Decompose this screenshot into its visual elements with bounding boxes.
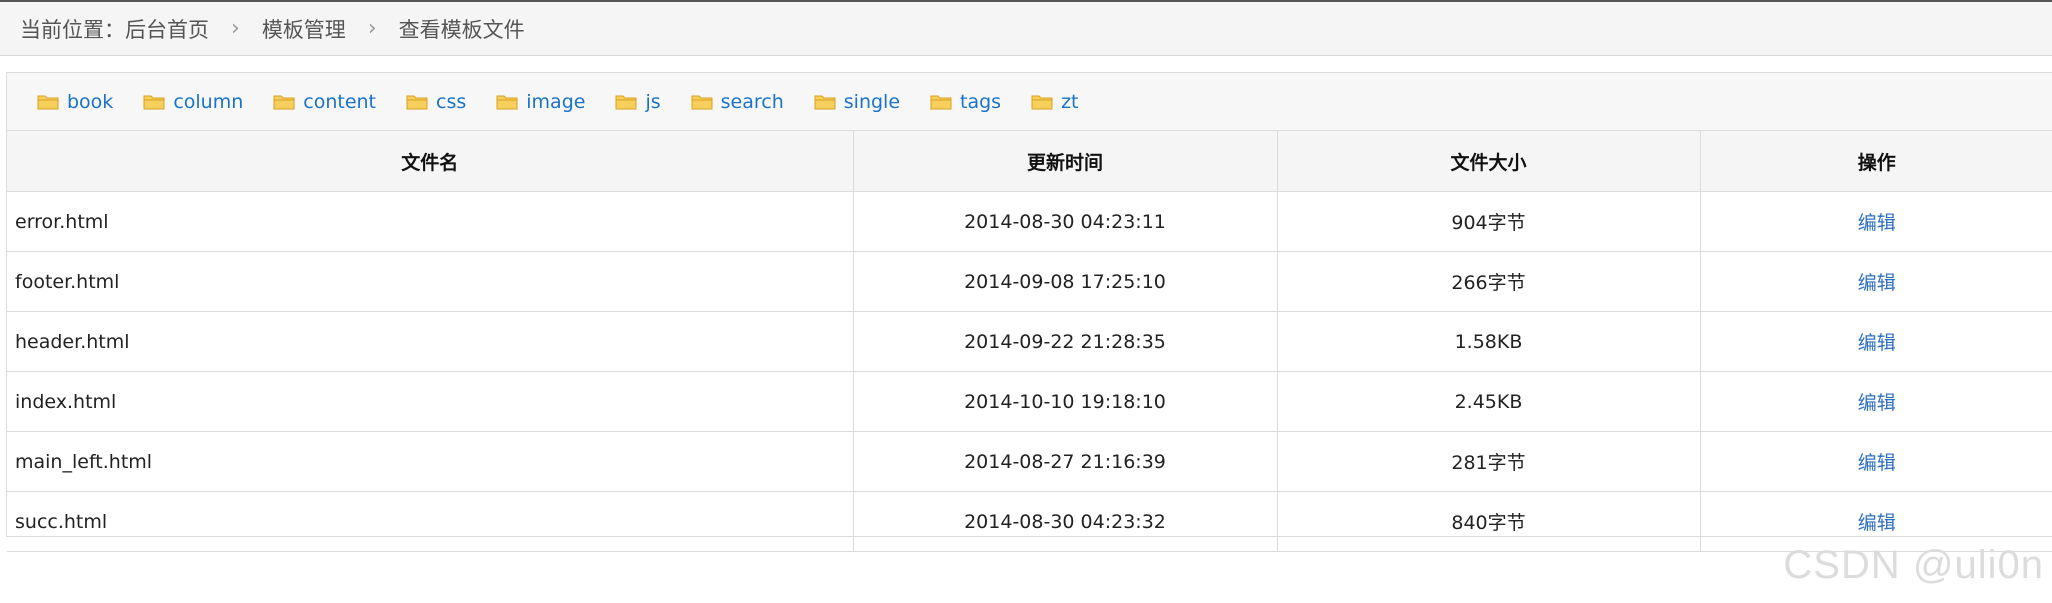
cell-actions: 编辑 — [1700, 251, 2052, 312]
folder-link-book[interactable]: book — [37, 91, 113, 113]
folder-icon — [37, 93, 59, 111]
edit-link[interactable]: 编辑 — [1858, 212, 1896, 234]
header-actions: 操作 — [1700, 131, 2052, 192]
cell-filename: main_left.html — [7, 431, 854, 492]
folder-label: column — [173, 90, 244, 113]
table-row: footer.html 2014-09-08 17:25:10 266字节 编辑 — [7, 251, 2052, 312]
folder-icon — [1031, 93, 1053, 111]
folder-list: book column content css image js search single t… — [7, 73, 2052, 131]
cell-actions: 编辑 — [1700, 431, 2052, 492]
cell-file-size: 281字节 — [1277, 431, 1701, 492]
folder-icon — [615, 93, 637, 111]
folder-label: single — [843, 90, 901, 113]
cell-update-time: 2014-10-10 19:18:10 — [853, 371, 1278, 432]
cell-file-size: 2.45KB — [1277, 371, 1701, 432]
cell-update-time: 2014-08-30 04:23:32 — [853, 491, 1278, 552]
folder-link-js[interactable]: js — [615, 90, 661, 113]
edit-link[interactable]: 编辑 — [1858, 392, 1896, 414]
folder-label: tags — [960, 90, 1002, 113]
edit-link[interactable]: 编辑 — [1858, 332, 1896, 354]
folder-icon — [691, 93, 713, 111]
folder-label: css — [436, 90, 467, 113]
table-header-row: 文件名 更新时间 文件大小 操作 — [7, 131, 2052, 192]
cell-actions: 编辑 — [1700, 371, 2052, 432]
cell-filename: index.html — [7, 371, 854, 432]
cell-filename: footer.html — [7, 251, 854, 312]
header-filename: 文件名 — [7, 131, 854, 192]
folder-label: content — [303, 90, 377, 113]
folder-icon — [814, 93, 836, 111]
table-row: main_left.html 2014-08-27 21:16:39 281字节 编辑 — [7, 431, 2052, 492]
edit-link[interactable]: 编辑 — [1858, 452, 1896, 474]
folder-icon — [273, 93, 295, 111]
file-table: 文件名 更新时间 文件大小 操作 error.html 2014-08-30 04… — [7, 131, 2052, 552]
header-file-size: 文件大小 — [1277, 131, 1701, 192]
cell-filename: header.html — [7, 311, 854, 372]
cell-file-size: 266字节 — [1277, 251, 1701, 312]
folder-label: zt — [1061, 90, 1079, 113]
cell-file-size: 840字节 — [1277, 491, 1701, 552]
folder-icon — [930, 93, 952, 111]
cell-update-time: 2014-08-27 21:16:39 — [853, 431, 1278, 492]
table-row: error.html 2014-08-30 04:23:11 904字节 编辑 — [7, 191, 2052, 252]
folder-label: js — [645, 90, 661, 113]
cell-filename: succ.html — [7, 491, 854, 552]
folder-link-search[interactable]: search — [691, 91, 784, 113]
folder-icon — [406, 93, 428, 111]
edit-link[interactable]: 编辑 — [1858, 512, 1896, 534]
folder-label: image — [526, 90, 586, 113]
table-row: header.html 2014-09-22 21:28:35 1.58KB 编辑 — [7, 311, 2052, 372]
folder-link-image[interactable]: image — [496, 91, 585, 113]
file-panel: book column content css image js search single t… — [6, 72, 2052, 552]
folder-link-zt[interactable]: zt — [1031, 90, 1079, 113]
folder-link-single[interactable]: single — [814, 91, 900, 113]
breadcrumb: 当前位置： 后台首页 › 模板管理 › 查看模板文件 — [0, 0, 2052, 56]
cell-update-time: 2014-08-30 04:23:11 — [853, 191, 1278, 252]
breadcrumb-current: 查看模板文件 — [398, 17, 525, 42]
chevron-right-icon: › — [231, 16, 240, 41]
file-rows: error.html 2014-08-30 04:23:11 904字节 编辑 foot… — [7, 191, 2052, 552]
template-file-page: 当前位置： 后台首页 › 模板管理 › 查看模板文件 book column con… — [0, 0, 2052, 603]
folder-label: book — [67, 90, 114, 113]
cell-actions: 编辑 — [1700, 191, 2052, 252]
cell-filename: error.html — [7, 191, 854, 252]
breadcrumb-label: 当前位置： — [20, 17, 125, 42]
cell-update-time: 2014-09-08 17:25:10 — [853, 251, 1278, 312]
cell-update-time: 2014-09-22 21:28:35 — [853, 311, 1278, 372]
table-row: succ.html 2014-08-30 04:23:32 840字节 编辑 — [7, 491, 2052, 552]
folder-link-column[interactable]: column — [143, 91, 243, 113]
folder-label: search — [720, 90, 784, 113]
folder-link-css[interactable]: css — [406, 91, 466, 113]
cell-file-size: 904字节 — [1277, 191, 1701, 252]
table-row: index.html 2014-10-10 19:18:10 2.45KB 编辑 — [7, 371, 2052, 432]
breadcrumb-home[interactable]: 后台首页 — [125, 14, 209, 44]
cell-file-size: 1.58KB — [1277, 311, 1701, 372]
folder-link-content[interactable]: content — [273, 91, 376, 113]
folder-link-tags[interactable]: tags — [930, 91, 1001, 113]
folder-icon — [496, 93, 518, 111]
watermark: CSDN @uli0n — [1783, 543, 2044, 587]
edit-link[interactable]: 编辑 — [1858, 272, 1896, 294]
cell-actions: 编辑 — [1700, 311, 2052, 372]
breadcrumb-template-manage[interactable]: 模板管理 — [262, 14, 346, 44]
header-update-time: 更新时间 — [853, 131, 1278, 192]
folder-icon — [143, 93, 165, 111]
chevron-right-icon: › — [367, 16, 377, 41]
